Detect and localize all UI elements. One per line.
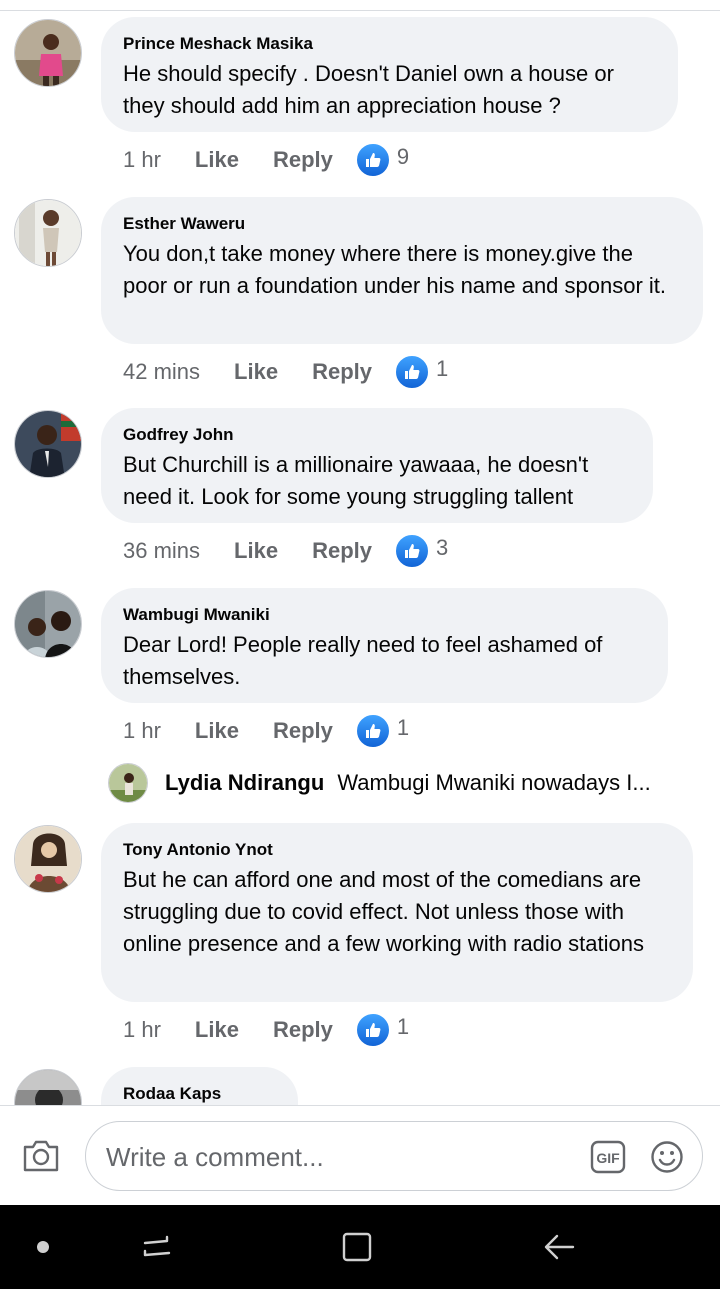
comment-bubble[interactable]: Godfrey John But Churchill is a milliona…: [101, 408, 653, 523]
thumbs-up-icon: [354, 142, 391, 178]
avatar[interactable]: [14, 825, 82, 893]
reply-button[interactable]: Reply: [312, 359, 372, 385]
comment-author[interactable]: Wambugi Mwaniki: [123, 605, 646, 625]
comment-bubble[interactable]: Esther Waweru You don,t take money where…: [101, 197, 703, 344]
like-button[interactable]: Like: [234, 359, 278, 385]
like-button[interactable]: Like: [195, 1017, 239, 1043]
reply-author[interactable]: Lydia Ndirangu: [165, 770, 324, 796]
comment-actions: 42 mins Like Reply 1: [123, 354, 448, 390]
nav-dot-icon[interactable]: [37, 1241, 49, 1253]
comment-time[interactable]: 36 mins: [123, 538, 200, 564]
comment-author[interactable]: Tony Antonio Ynot: [123, 840, 671, 860]
comment-bubble[interactable]: Prince Meshack Masika He should specify …: [101, 17, 678, 132]
reaction-count: 9: [396, 144, 410, 169]
comment-time[interactable]: 42 mins: [123, 359, 200, 385]
comment-actions: 1 hr Like Reply 1: [123, 713, 410, 749]
thumbs-up-icon: [394, 354, 430, 390]
comment-text: He should specify . Doesn't Daniel own a…: [123, 61, 614, 118]
avatar[interactable]: [14, 19, 82, 87]
avatar[interactable]: [14, 199, 82, 267]
reaction-summary[interactable]: 1: [354, 713, 410, 749]
comment-author[interactable]: Prince Meshack Masika: [123, 34, 656, 54]
reply-text: Wambugi Mwaniki nowadays I...: [337, 770, 651, 795]
comment-author[interactable]: Esther Waweru: [123, 214, 681, 234]
reaction-summary[interactable]: 3: [394, 533, 448, 569]
system-navigation-bar: [0, 1205, 720, 1289]
reply-button[interactable]: Reply: [273, 1017, 333, 1043]
back-icon[interactable]: [543, 1231, 577, 1263]
comment-time[interactable]: 1 hr: [123, 1017, 161, 1043]
reply-button[interactable]: Reply: [273, 147, 333, 173]
reply-button[interactable]: Reply: [273, 718, 333, 744]
reaction-count: 1: [436, 356, 449, 381]
comment-input[interactable]: [104, 1134, 578, 1180]
comment-actions: 1 hr Like Reply 9: [123, 142, 410, 178]
comment-input-container: GIF: [85, 1121, 703, 1191]
comment-bubble[interactable]: Wambugi Mwaniki Dear Lord! People really…: [101, 588, 668, 703]
comment-text: You don,t take money where there is mone…: [123, 241, 667, 298]
reaction-summary[interactable]: 1: [354, 1012, 410, 1048]
top-divider: [0, 10, 720, 11]
comment-actions: 36 mins Like Reply 3: [123, 533, 448, 569]
avatar[interactable]: [108, 763, 148, 803]
comment-actions: 1 hr Like Reply 1: [123, 1012, 410, 1048]
gif-icon[interactable]: GIF: [590, 1140, 626, 1174]
comment-text: But he can afford one and most of the co…: [123, 867, 644, 956]
reply-preview[interactable]: Lydia Ndirangu Wambugi Mwaniki nowadays …: [108, 762, 651, 804]
reaction-summary[interactable]: 1: [394, 354, 448, 390]
comment-time[interactable]: 1 hr: [123, 718, 161, 744]
recents-icon[interactable]: [141, 1231, 173, 1263]
reaction-count: 1: [396, 715, 410, 740]
thumbs-up-icon: [354, 1012, 391, 1048]
thumbs-up-icon: [354, 713, 391, 749]
reply-button[interactable]: Reply: [312, 538, 372, 564]
avatar[interactable]: [14, 590, 82, 658]
comment-text: But Churchill is a millionaire yawaaa, h…: [123, 452, 589, 509]
camera-icon[interactable]: [22, 1139, 60, 1173]
reaction-count: 1: [396, 1014, 410, 1039]
like-button[interactable]: Like: [195, 718, 239, 744]
home-icon[interactable]: [341, 1231, 373, 1263]
reaction-count: 3: [436, 535, 449, 560]
reaction-summary[interactable]: 9: [354, 142, 410, 178]
avatar[interactable]: [14, 410, 82, 478]
thumbs-up-icon: [394, 533, 430, 569]
like-button[interactable]: Like: [234, 538, 278, 564]
emoji-icon[interactable]: [650, 1140, 684, 1174]
comment-composer: GIF: [0, 1105, 720, 1206]
comment-time[interactable]: 1 hr: [123, 147, 161, 173]
svg-text:GIF: GIF: [596, 1150, 620, 1166]
comment-author[interactable]: Rodaa Kaps: [123, 1084, 276, 1104]
comment-author[interactable]: Godfrey John: [123, 425, 631, 445]
like-button[interactable]: Like: [195, 147, 239, 173]
comment-bubble[interactable]: Tony Antonio Ynot But he can afford one …: [101, 823, 693, 1002]
comment-text: Dear Lord! People really need to feel as…: [123, 632, 603, 689]
